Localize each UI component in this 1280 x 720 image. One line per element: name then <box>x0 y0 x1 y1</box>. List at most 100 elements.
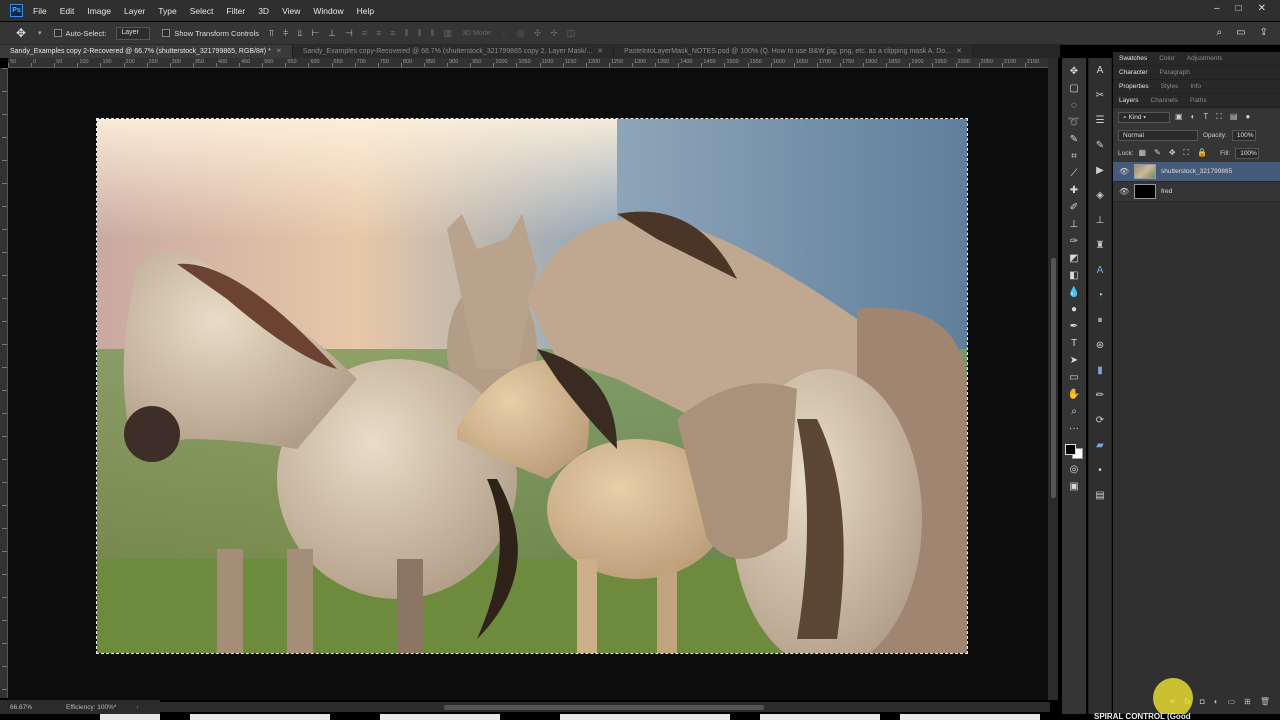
quick-mask-icon[interactable]: ◎ <box>1065 464 1083 476</box>
smart-object-filter-icon[interactable]: ▤ <box>1230 112 1238 122</box>
move-tool-preset-icon[interactable]: ✥ <box>16 26 36 40</box>
lock-all-icon[interactable]: 🔒 <box>1197 148 1207 158</box>
tab-paths[interactable]: Paths <box>1184 97 1213 104</box>
quick-select-tool-icon[interactable]: ✎ <box>1065 134 1083 146</box>
lasso-tool-icon[interactable]: ➰ <box>1065 117 1083 129</box>
efficiency-readout[interactable]: Efficiency: 100%* <box>66 704 116 711</box>
crop-tool-icon[interactable]: ⌗ <box>1065 151 1083 163</box>
distribute-bottom-icon[interactable]: ≡ <box>390 28 395 39</box>
layer-name[interactable]: fred <box>1161 188 1172 195</box>
distribute-left-icon[interactable]: ⦀ <box>405 28 409 39</box>
notes-icon[interactable]: ♜ <box>1092 239 1108 253</box>
kind-filter-dropdown[interactable]: ⌕ Kind ▾ <box>1118 111 1170 123</box>
menu-file[interactable]: File <box>33 6 47 16</box>
path-select-icon[interactable]: ➤ <box>1065 355 1083 367</box>
type-filter-icon[interactable]: T <box>1203 112 1208 122</box>
tab-adjustments[interactable]: Adjustments <box>1181 55 1229 62</box>
tab-color[interactable]: Color <box>1153 55 1181 62</box>
3d-orbit-icon[interactable]: ◌ <box>502 28 507 39</box>
tab-document-1[interactable]: Sandy_Examples copy 2-Recovered @ 66.7% … <box>0 45 293 58</box>
auto-select-checkbox[interactable] <box>53 29 62 37</box>
clone-source-icon[interactable]: ⊥ <box>1092 214 1108 228</box>
tab-close-icon[interactable]: ✕ <box>276 48 282 55</box>
tab-document-2[interactable]: Sandy_Examples copy-Recovered @ 66.7% (s… <box>292 45 615 58</box>
align-bottom-icon[interactable]: ⫫ <box>297 28 302 39</box>
dot-icon[interactable]: • <box>1092 464 1108 478</box>
tab-swatches[interactable]: Swatches <box>1113 55 1153 62</box>
zoom-tool-icon[interactable]: ⌕ <box>1065 406 1083 418</box>
trash-icon[interactable]: 🗑 <box>1260 697 1270 706</box>
zoom-level[interactable]: 66.67% <box>10 704 58 711</box>
rectangle-tool-icon[interactable]: ▭ <box>1065 372 1083 384</box>
layer-row[interactable]: 👁 fred <box>1113 182 1280 202</box>
close-icon[interactable]: ✕ <box>1258 3 1266 14</box>
type-tool-icon[interactable]: T <box>1065 338 1083 350</box>
menu-window[interactable]: Window <box>313 6 343 16</box>
foreground-color-swatch[interactable] <box>1065 444 1076 455</box>
tab-document-3[interactable]: PasteIntoLayerMask_NOTES.psd @ 100% (Q. … <box>614 45 973 58</box>
layer-name[interactable]: shutterstock_321799865 <box>1161 168 1232 175</box>
adjustments-sliders-icon[interactable]: ☰ <box>1092 114 1108 128</box>
healing-brush-icon[interactable]: ✚ <box>1065 185 1083 197</box>
align-vcenter-icon[interactable]: ⫩ <box>283 28 288 39</box>
canvas-area[interactable] <box>8 68 1048 700</box>
filter-toggle-icon[interactable]: ● <box>1245 112 1250 122</box>
eye-icon[interactable]: 👁 <box>1119 167 1129 176</box>
menu-help[interactable]: Help <box>357 6 374 16</box>
pixel-filter-icon[interactable]: ▣ <box>1175 112 1183 122</box>
paragraph-styles-icon[interactable]: A <box>1092 264 1108 278</box>
distribute-vcenter-icon[interactable]: ≡ <box>376 28 381 39</box>
clone-stamp-icon[interactable]: ⊥ <box>1065 219 1083 231</box>
minimize-icon[interactable]: – <box>1214 3 1220 14</box>
3d-scale-icon[interactable]: ◫ <box>567 28 576 39</box>
fill-input[interactable]: 100% <box>1235 147 1260 159</box>
auto-align-icon[interactable]: ▥ <box>444 28 453 39</box>
shape-filter-icon[interactable]: ⛶ <box>1216 112 1222 122</box>
character-panel-icon[interactable]: A <box>1092 64 1108 78</box>
maximize-icon[interactable]: □ <box>1236 3 1242 14</box>
horizontal-ruler[interactable]: 50 0 50 100 150 200 250 300 350 400 450 500 550 600 65… <box>8 58 1048 68</box>
history-brush-icon[interactable]: ✑ <box>1065 236 1083 248</box>
color-swatches[interactable] <box>1065 444 1083 459</box>
adjustment-layer-icon[interactable]: ◐ <box>1214 697 1219 706</box>
3d-slide-icon[interactable]: ✢ <box>550 28 558 39</box>
more-tools-icon[interactable]: ··· <box>1065 423 1083 435</box>
tab-close-icon[interactable]: ✕ <box>597 48 603 55</box>
vertical-ruler[interactable] <box>0 68 8 698</box>
hand-tool-icon[interactable]: ✋ <box>1065 389 1083 401</box>
pause-icon[interactable]: ⏸ <box>1092 314 1108 328</box>
menu-select[interactable]: Select <box>190 6 214 16</box>
workspace-icon[interactable]: ▭ <box>1236 27 1245 38</box>
gradient-tool-icon[interactable]: ◧ <box>1065 270 1083 282</box>
align-left-icon[interactable]: ⊢ <box>311 28 319 39</box>
color-picker-icon[interactable]: ✏ <box>1092 389 1108 403</box>
search-icon[interactable]: ⌕ <box>1217 27 1223 38</box>
menu-view[interactable]: View <box>282 6 300 16</box>
share-icon[interactable]: ⇪ <box>1260 27 1268 38</box>
timeline-icon[interactable]: ◔ <box>1092 289 1108 303</box>
3d-panel-icon[interactable]: ◈ <box>1092 189 1108 203</box>
scrollbar-thumb[interactable] <box>1051 258 1056 498</box>
eye-icon[interactable]: 👁 <box>1119 187 1129 196</box>
lock-position-icon[interactable]: ✥ <box>1169 148 1176 158</box>
tools-presets-icon[interactable]: ✂ <box>1092 89 1108 103</box>
brush-tool-icon[interactable]: ✐ <box>1065 202 1083 214</box>
chevron-right-icon[interactable]: › <box>136 704 138 711</box>
lock-artboard-icon[interactable]: ⛶ <box>1184 148 1190 158</box>
menu-layer[interactable]: Layer <box>124 6 145 16</box>
auto-select-dropdown[interactable]: Layer <box>116 26 151 40</box>
brush-panel-icon[interactable]: ✎ <box>1092 139 1108 153</box>
tab-close-icon[interactable]: ✕ <box>956 48 962 55</box>
menu-filter[interactable]: Filter <box>226 6 245 16</box>
layer-row[interactable]: 👁 shutterstock_321799865 <box>1113 162 1280 182</box>
chevron-down-icon[interactable]: ▾ <box>38 29 42 37</box>
lock-transparent-icon[interactable]: ▦ <box>1139 148 1147 158</box>
move-tool-icon[interactable]: ✥ <box>1065 66 1083 78</box>
dodge-tool-icon[interactable]: ● <box>1065 304 1083 316</box>
menu-type[interactable]: Type <box>158 6 176 16</box>
add-mask-icon[interactable]: ◘ <box>1200 697 1205 706</box>
tab-character[interactable]: Character <box>1113 69 1154 76</box>
actions-play-icon[interactable]: ▶ <box>1092 164 1108 178</box>
artboard-tool-icon[interactable]: ▢ <box>1065 83 1083 95</box>
distribute-hcenter-icon[interactable]: ⦀ <box>418 28 422 39</box>
